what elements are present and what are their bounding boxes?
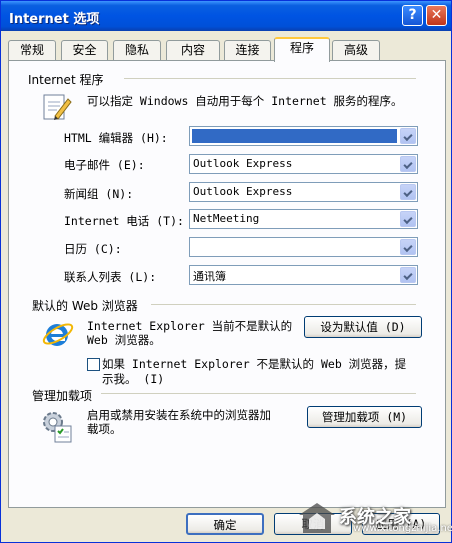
internet-call-label: Internet 电话 (T): [64,214,184,228]
calendar-combo[interactable] [189,237,418,257]
tab-security[interactable]: 安全 [61,40,108,60]
default-browser-status-2: Web 浏览器。 [87,333,161,347]
chevron-down-icon[interactable] [400,128,416,144]
email-label: 电子邮件 (E): [64,158,145,172]
prompt-default-label-2: 示我。 (I) [102,372,165,386]
chevron-down-icon[interactable] [400,184,416,200]
chevron-down-icon[interactable] [400,239,416,255]
group-divider [151,304,416,305]
internet-explorer-icon [42,323,74,346]
email-combo[interactable]: Outlook Express [189,154,418,174]
title-bar[interactable]: Internet 选项 ? ✕ [1,1,451,31]
combo-value: 通讯簿 [193,270,226,283]
combo-value: Outlook Express [193,157,293,170]
addons-description-1: 启用或禁用安装在系统中的浏览器加 [87,408,271,422]
newsgroups-combo[interactable]: Outlook Express [189,182,418,202]
contacts-combo[interactable]: 通讯簿 [189,265,418,285]
internet-call-combo[interactable]: NetMeeting [189,209,418,229]
chevron-down-icon[interactable] [400,211,416,227]
set-default-button[interactable]: 设为默认值 (D) [304,316,422,338]
chevron-down-icon[interactable] [400,156,416,172]
addons-gear-icon [43,412,72,443]
manage-addons-button[interactable]: 管理加载项 (M) [307,406,422,428]
prompt-default-label-1: 如果 Internet Explorer 不是默认的 Web 浏览器，提 [102,357,407,371]
contacts-label: 联系人列表 (L): [64,270,157,284]
tab-general[interactable]: 常规 [8,40,56,60]
tab-content[interactable]: 内容 [166,40,220,60]
selection-highlight [192,129,397,143]
programs-description: 可以指定 Windows 自动用于每个 Internet 服务的程序。 [87,94,403,108]
internet-programs-group-title: Internet 程序 [28,71,107,88]
addons-group-title: 管理加载项 [32,387,96,404]
newsgroups-label: 新闻组 (N): [64,187,134,201]
default-browser-status-1: Internet Explorer 当前不是默认的 [87,319,293,333]
help-button[interactable]: ? [402,5,423,26]
addons-description-2: 载项。 [87,422,122,436]
group-divider [101,393,416,394]
watermark-url: www.xitongzhijia.net [353,523,452,534]
prompt-default-checkbox[interactable] [87,358,100,371]
group-divider [124,78,416,79]
combo-value: Outlook Express [193,185,293,198]
window-title: Internet 选项 [9,12,100,27]
calendar-label: 日历 (C): [64,242,122,256]
default-browser-group-title: 默认的 Web 浏览器 [32,297,141,314]
html-editor-combo[interactable] [189,126,418,146]
tab-advanced[interactable]: 高级 [332,40,380,60]
html-editor-label: HTML 编辑器 (H): [64,131,168,145]
chevron-down-icon[interactable] [400,267,416,283]
tab-programs[interactable]: 程序 [274,37,330,62]
tab-privacy[interactable]: 隐私 [113,40,161,60]
tab-connections[interactable]: 连接 [224,40,271,60]
programs-document-icon [43,94,72,120]
watermark-logo-icon [299,503,335,533]
ok-button[interactable]: 确定 [186,513,264,535]
combo-value: NetMeeting [193,212,260,225]
close-button[interactable]: ✕ [426,5,447,26]
internet-options-dialog: Internet 选项 ? ✕ 常规 安全 隐私 内容 连接 程序 高级 Int… [0,0,452,543]
